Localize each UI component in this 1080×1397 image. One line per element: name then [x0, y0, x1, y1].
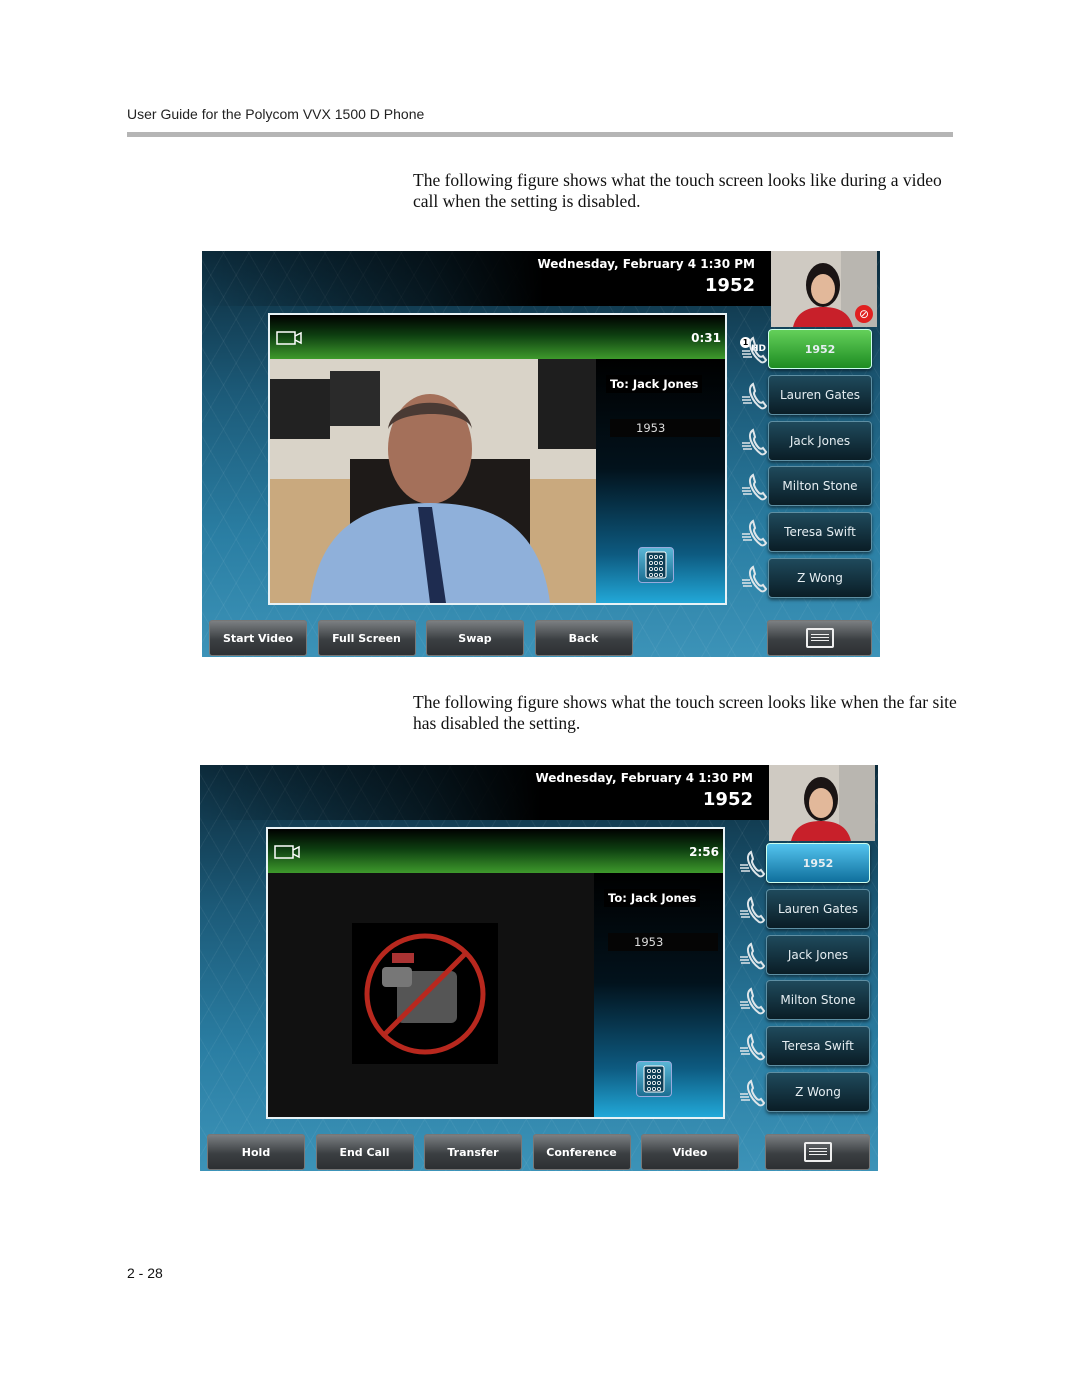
- handset-icon: [739, 941, 769, 971]
- speed-dial-z-wong[interactable]: Z Wong: [740, 1072, 870, 1112]
- call-recipient: To: Jack Jones: [604, 889, 701, 907]
- speed-dial-lauren-gates[interactable]: Lauren Gates: [742, 374, 872, 415]
- menu-button[interactable]: [767, 620, 872, 656]
- softkey-conference[interactable]: Conference: [532, 1134, 631, 1170]
- handset-icon: [739, 849, 769, 879]
- softkey-end-call[interactable]: End Call: [315, 1134, 414, 1170]
- call-timer: 2:56: [689, 845, 719, 859]
- header-rule: [127, 132, 953, 137]
- page-number: 2 - 28: [127, 1265, 163, 1281]
- self-view-thumbnail[interactable]: ⊘: [771, 251, 877, 327]
- video-mute-icon: ⊘: [855, 305, 873, 323]
- date-time: Wednesday, February 4 1:30 PM: [537, 257, 755, 271]
- paragraph-2: The following figure shows what the touc…: [413, 692, 957, 733]
- line-label: Lauren Gates: [777, 901, 859, 916]
- handset-icon: [739, 1032, 769, 1062]
- speed-dial-milton-stone[interactable]: Milton Stone: [742, 466, 872, 507]
- running-head: User Guide for the Polycom VVX 1500 D Ph…: [127, 106, 425, 122]
- date-time: Wednesday, February 4 1:30 PM: [535, 771, 753, 785]
- self-view-person-image: [769, 765, 875, 841]
- call-recipient: To: Jack Jones: [606, 375, 703, 393]
- softkey-label: Start Video: [222, 631, 294, 645]
- far-site-video-disabled: [268, 873, 594, 1117]
- menu-icon: [803, 1142, 832, 1162]
- call-info-panel: To: Jack Jones 1953: [596, 359, 725, 603]
- video-camera-icon: [276, 331, 302, 345]
- handset-icon: [741, 564, 771, 594]
- softkey-label: Video: [672, 1145, 708, 1159]
- softkey-label: End Call: [339, 1145, 390, 1159]
- call-timer: 0:31: [691, 331, 721, 345]
- speed-dial-teresa-swift[interactable]: Teresa Swift: [740, 1026, 870, 1067]
- call-panel: 2:56 To: Jack Jones 1953: [266, 827, 725, 1119]
- call-status-bar: 2:56: [268, 829, 723, 873]
- line-key-1952[interactable]: 1952: [740, 843, 870, 883]
- line-key-1952[interactable]: 1952: [742, 329, 872, 369]
- line-label: Z Wong: [797, 571, 843, 585]
- extension-number: 1952: [702, 789, 753, 810]
- call-info-panel: To: Jack Jones 1953: [594, 873, 723, 1117]
- extension-number: 1952: [704, 275, 755, 296]
- video-disabled-icon: [352, 923, 498, 1064]
- line-label: Jack Jones: [787, 947, 849, 962]
- paragraph-1: The following figure shows what the touc…: [413, 170, 942, 211]
- call-status-bar: 0:31: [270, 315, 725, 359]
- softkey-label: Swap: [458, 631, 492, 645]
- speed-dial-jack-jones[interactable]: Jack Jones: [740, 934, 870, 975]
- softkey-video[interactable]: Video: [641, 1134, 739, 1170]
- menu-button[interactable]: [765, 1134, 870, 1170]
- handset-icon: [741, 381, 771, 411]
- softkey-swap[interactable]: Swap: [426, 620, 524, 656]
- softkey-start-video[interactable]: Start Video: [209, 620, 307, 656]
- line-label: Jack Jones: [789, 433, 851, 448]
- softkey-label: Hold: [241, 1145, 271, 1159]
- status-header: Wednesday, February 4 1:30 PM 1952: [200, 765, 769, 820]
- handset-icon: [741, 427, 771, 457]
- softkey-transfer[interactable]: Transfer: [424, 1134, 522, 1170]
- dialpad-button[interactable]: [636, 1061, 672, 1097]
- line-label: Lauren Gates: [779, 387, 861, 402]
- softkey-label: Transfer: [447, 1145, 499, 1159]
- line-label: 1952: [804, 342, 836, 356]
- handset-icon: [739, 1078, 769, 1108]
- handset-icon: [739, 986, 769, 1016]
- speed-dial-teresa-swift[interactable]: Teresa Swift: [742, 512, 872, 553]
- call-number: 1953: [608, 933, 718, 951]
- dialpad-icon: [643, 1065, 665, 1093]
- video-camera-icon: [274, 845, 300, 859]
- speed-dial-milton-stone[interactable]: Milton Stone: [740, 980, 870, 1021]
- menu-icon: [805, 628, 834, 648]
- call-panel: 0:31 To: Jack Jones 1953: [268, 313, 727, 605]
- line-label: Milton Stone: [780, 993, 856, 1008]
- line-label: Milton Stone: [782, 479, 858, 494]
- softkey-label: Back: [568, 631, 599, 645]
- speed-dial-lauren-gates[interactable]: Lauren Gates: [740, 888, 870, 929]
- far-site-video: [270, 359, 596, 603]
- handset-icon: [741, 335, 771, 365]
- line-label: Teresa Swift: [782, 1039, 854, 1054]
- speed-dial-z-wong[interactable]: Z Wong: [742, 558, 872, 598]
- handset-icon: [739, 895, 769, 925]
- softkey-label: Conference: [546, 1145, 617, 1159]
- speed-dial-jack-jones[interactable]: Jack Jones: [742, 420, 872, 461]
- phone-screen-video-disabled: Wednesday, February 4 1:30 PM 1952 ⊘ 0:31 To…: [202, 251, 880, 657]
- call-number: 1953: [610, 419, 720, 437]
- line-label: Teresa Swift: [784, 525, 856, 540]
- softkey-label: Full Screen: [332, 631, 401, 645]
- softkey-full-screen[interactable]: Full Screen: [317, 620, 416, 656]
- self-view-thumbnail[interactable]: [769, 765, 875, 841]
- line-label: Z Wong: [795, 1085, 841, 1099]
- softkey-hold[interactable]: Hold: [207, 1134, 305, 1170]
- softkey-back[interactable]: Back: [534, 620, 633, 656]
- handset-icon: [741, 472, 771, 502]
- status-header: Wednesday, February 4 1:30 PM 1952: [202, 251, 771, 306]
- line-label: 1952: [802, 856, 834, 870]
- handset-icon: [741, 518, 771, 548]
- document-page: User Guide for the Polycom VVX 1500 D Ph…: [0, 0, 1080, 1397]
- phone-screen-far-site-disabled: Wednesday, February 4 1:30 PM 1952 2:56 To:…: [200, 765, 878, 1171]
- dialpad-button[interactable]: [638, 547, 674, 583]
- dialpad-icon: [645, 551, 667, 579]
